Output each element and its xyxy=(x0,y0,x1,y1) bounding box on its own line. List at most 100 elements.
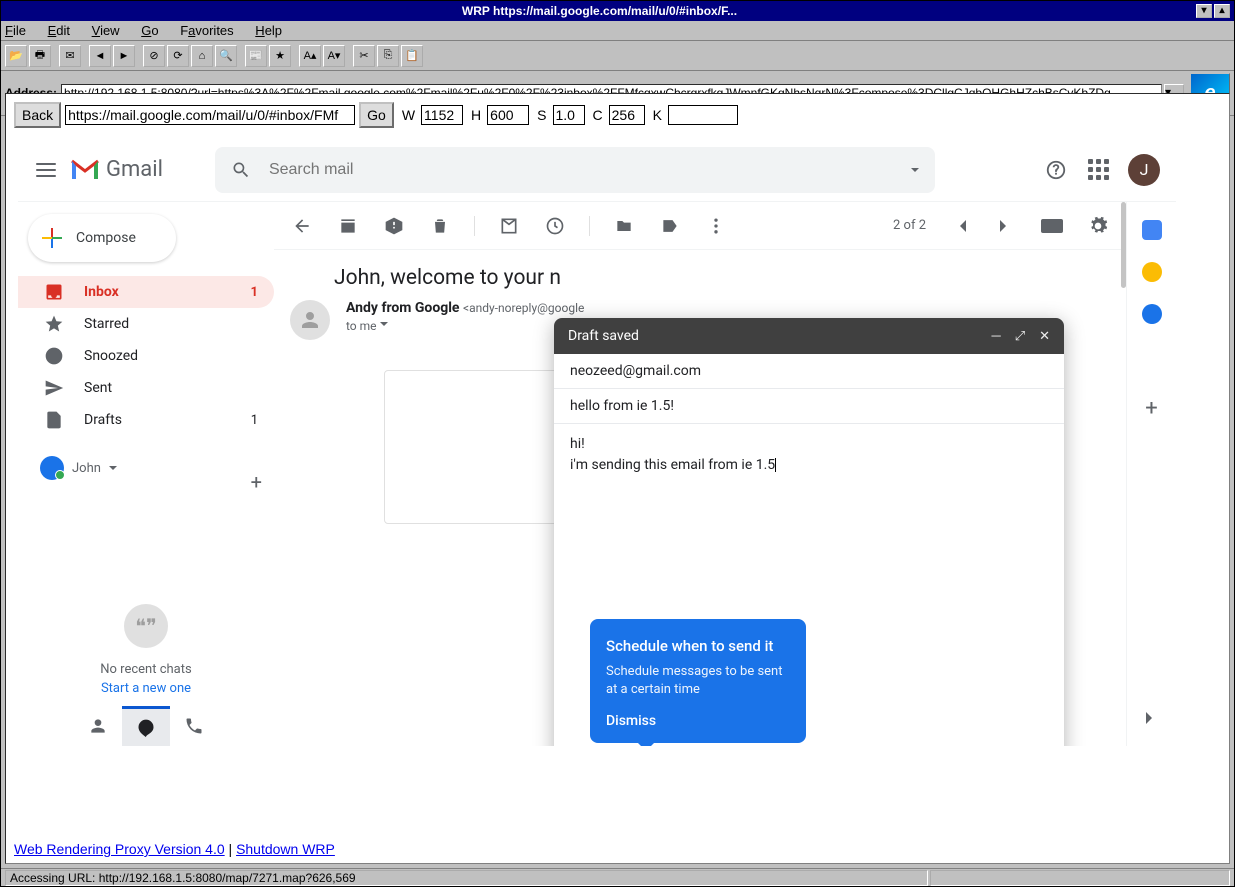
add-contact-icon[interactable]: + xyxy=(251,470,262,494)
snooze-icon[interactable] xyxy=(543,214,567,238)
recipient-dropdown-icon[interactable] xyxy=(380,322,388,330)
menu-file[interactable]: File xyxy=(5,23,26,38)
search-dropdown-icon[interactable] xyxy=(911,168,919,176)
titlebar: WRP https://mail.google.com/mail/u/0/#in… xyxy=(1,1,1234,21)
mail-toolbar: 2 of 2 xyxy=(274,202,1126,250)
tb-copy-icon[interactable]: ⎘ xyxy=(377,45,399,67)
apps-icon[interactable] xyxy=(1086,158,1110,182)
wrp-width-input[interactable] xyxy=(421,105,463,125)
mark-unread-icon[interactable] xyxy=(497,214,521,238)
tb-newsgroups-icon[interactable]: 📰 xyxy=(245,45,267,67)
compose-title: Draft saved xyxy=(568,328,639,344)
back-icon[interactable] xyxy=(290,214,314,238)
tb-mail-icon[interactable]: ✉ xyxy=(59,45,81,67)
schedule-tooltip: Schedule when to send it Schedule messag… xyxy=(590,619,806,743)
next-page-icon[interactable] xyxy=(994,214,1018,238)
wrp-height-input[interactable] xyxy=(487,105,529,125)
sidebar-item-label: Drafts xyxy=(84,412,122,428)
compose-subject-field[interactable]: hello from ie 1.5! xyxy=(554,389,1064,424)
tb-favorites-icon[interactable]: ★ xyxy=(269,45,291,67)
archive-icon[interactable] xyxy=(336,214,360,238)
delete-icon[interactable] xyxy=(428,214,452,238)
tb-cut-icon[interactable]: ✂ xyxy=(353,45,375,67)
tb-forward-icon[interactable]: ► xyxy=(113,45,135,67)
scrollbar[interactable] xyxy=(1121,202,1126,288)
sidebar: Compose Inbox 1 Starred Snoozed xyxy=(18,202,274,746)
sidebar-item-sent[interactable]: Sent xyxy=(18,372,274,404)
tasks-icon[interactable] xyxy=(1142,304,1162,324)
sidebar-item-snoozed[interactable]: Snoozed xyxy=(18,340,274,372)
sidebar-item-starred[interactable]: Starred xyxy=(18,308,274,340)
tb-stop-icon[interactable]: ⊘ xyxy=(143,45,165,67)
compose-fullscreen-icon[interactable]: ⤢ xyxy=(1015,329,1025,344)
sender-email: <andy-noreply@google xyxy=(463,301,584,315)
inbox-count: 1 xyxy=(251,285,258,300)
app-window: WRP https://mail.google.com/mail/u/0/#in… xyxy=(0,0,1235,887)
tb-font-larger-icon[interactable]: A▴ xyxy=(299,45,321,67)
phone-tab-icon[interactable] xyxy=(170,706,218,746)
search-input[interactable] xyxy=(269,161,893,179)
compose-header[interactable]: Draft saved ─ ⤢ ✕ xyxy=(554,318,1064,354)
wrp-version-link[interactable]: Web Rendering Proxy Version 4.0 xyxy=(14,841,225,857)
wrp-h-label: H xyxy=(471,107,481,123)
wrp-footer: Web Rendering Proxy Version 4.0 | Shutdo… xyxy=(14,841,335,857)
contacts-tab-icon[interactable] xyxy=(74,706,122,746)
prev-page-icon[interactable] xyxy=(948,214,972,238)
gmail-logo[interactable]: Gmail xyxy=(70,157,163,182)
tb-print-icon[interactable]: 🖶 xyxy=(29,45,51,67)
plus-icon xyxy=(42,228,62,248)
menu-go[interactable]: Go xyxy=(141,23,158,38)
menu-edit[interactable]: Edit xyxy=(48,23,70,38)
tb-paste-icon[interactable]: 📋 xyxy=(401,45,423,67)
wrp-back-button[interactable]: Back xyxy=(14,102,61,128)
wrp-w-label: W xyxy=(402,107,415,123)
more-icon[interactable] xyxy=(704,214,728,238)
user-chip[interactable]: John xyxy=(40,456,264,480)
calendar-icon[interactable] xyxy=(1142,220,1162,240)
menu-view[interactable]: View xyxy=(92,23,120,38)
collapse-panel-icon[interactable] xyxy=(1140,706,1164,730)
tb-font-smaller-icon[interactable]: A▾ xyxy=(323,45,345,67)
compose-to-field[interactable]: neozeed@gmail.com xyxy=(554,354,1064,389)
menu-favorites[interactable]: Favorites xyxy=(180,23,233,38)
tb-home-icon[interactable]: ⌂ xyxy=(191,45,213,67)
hangouts-tab-icon[interactable] xyxy=(122,706,170,746)
toolbar: 📂 🖶 ✉ ◄ ► ⊘ ⟳ ⌂ 🔍 📰 ★ A▴ A▾ ✂ ⎘ 📋 xyxy=(1,41,1234,71)
tooltip-body: Schedule messages to be sent at a certai… xyxy=(606,663,790,699)
tb-back-icon[interactable]: ◄ xyxy=(89,45,111,67)
tb-open-icon[interactable]: 📂 xyxy=(5,45,27,67)
sidebar-item-drafts[interactable]: Drafts 1 xyxy=(18,404,274,436)
mail-subject: John, welcome to your n xyxy=(274,250,1126,300)
tb-search-icon[interactable]: 🔍 xyxy=(215,45,237,67)
sidebar-item-inbox[interactable]: Inbox 1 xyxy=(18,276,274,308)
compose-minimize-icon[interactable]: ─ xyxy=(991,328,1000,344)
wrp-colors-input[interactable] xyxy=(609,105,645,125)
tb-refresh-icon[interactable]: ⟳ xyxy=(167,45,189,67)
compose-close-icon[interactable]: ✕ xyxy=(1039,329,1050,344)
help-icon[interactable] xyxy=(1044,158,1068,182)
hangouts-start-link[interactable]: Start a new one xyxy=(18,681,274,696)
menu-icon[interactable] xyxy=(34,158,58,182)
menu-help[interactable]: Help xyxy=(255,23,282,38)
wrp-scale-input[interactable] xyxy=(553,105,585,125)
search-bar[interactable] xyxy=(215,147,935,193)
wrp-url-input[interactable] xyxy=(65,105,355,125)
compose-label: Compose xyxy=(76,230,136,246)
move-icon[interactable] xyxy=(612,214,636,238)
keep-icon[interactable] xyxy=(1142,262,1162,282)
tooltip-dismiss-button[interactable]: Dismiss xyxy=(606,713,790,729)
labels-icon[interactable] xyxy=(658,214,682,238)
keyboard-icon[interactable] xyxy=(1040,214,1064,238)
wrp-shutdown-link[interactable]: Shutdown WRP xyxy=(236,841,335,857)
settings-icon[interactable] xyxy=(1086,214,1110,238)
maximize-button[interactable]: ▴ xyxy=(1214,4,1230,18)
account-avatar[interactable]: J xyxy=(1128,154,1160,186)
wrp-go-button[interactable]: Go xyxy=(359,102,394,128)
statusbar: Accessing URL: http://192.168.1.5:8080/m… xyxy=(1,868,1234,886)
wrp-k-input[interactable] xyxy=(668,105,738,125)
spam-icon[interactable] xyxy=(382,214,406,238)
drafts-count: 1 xyxy=(251,413,258,428)
compose-button[interactable]: Compose xyxy=(28,214,176,262)
addons-plus-icon[interactable]: + xyxy=(1142,398,1162,418)
minimize-button[interactable]: ▾ xyxy=(1196,4,1212,18)
